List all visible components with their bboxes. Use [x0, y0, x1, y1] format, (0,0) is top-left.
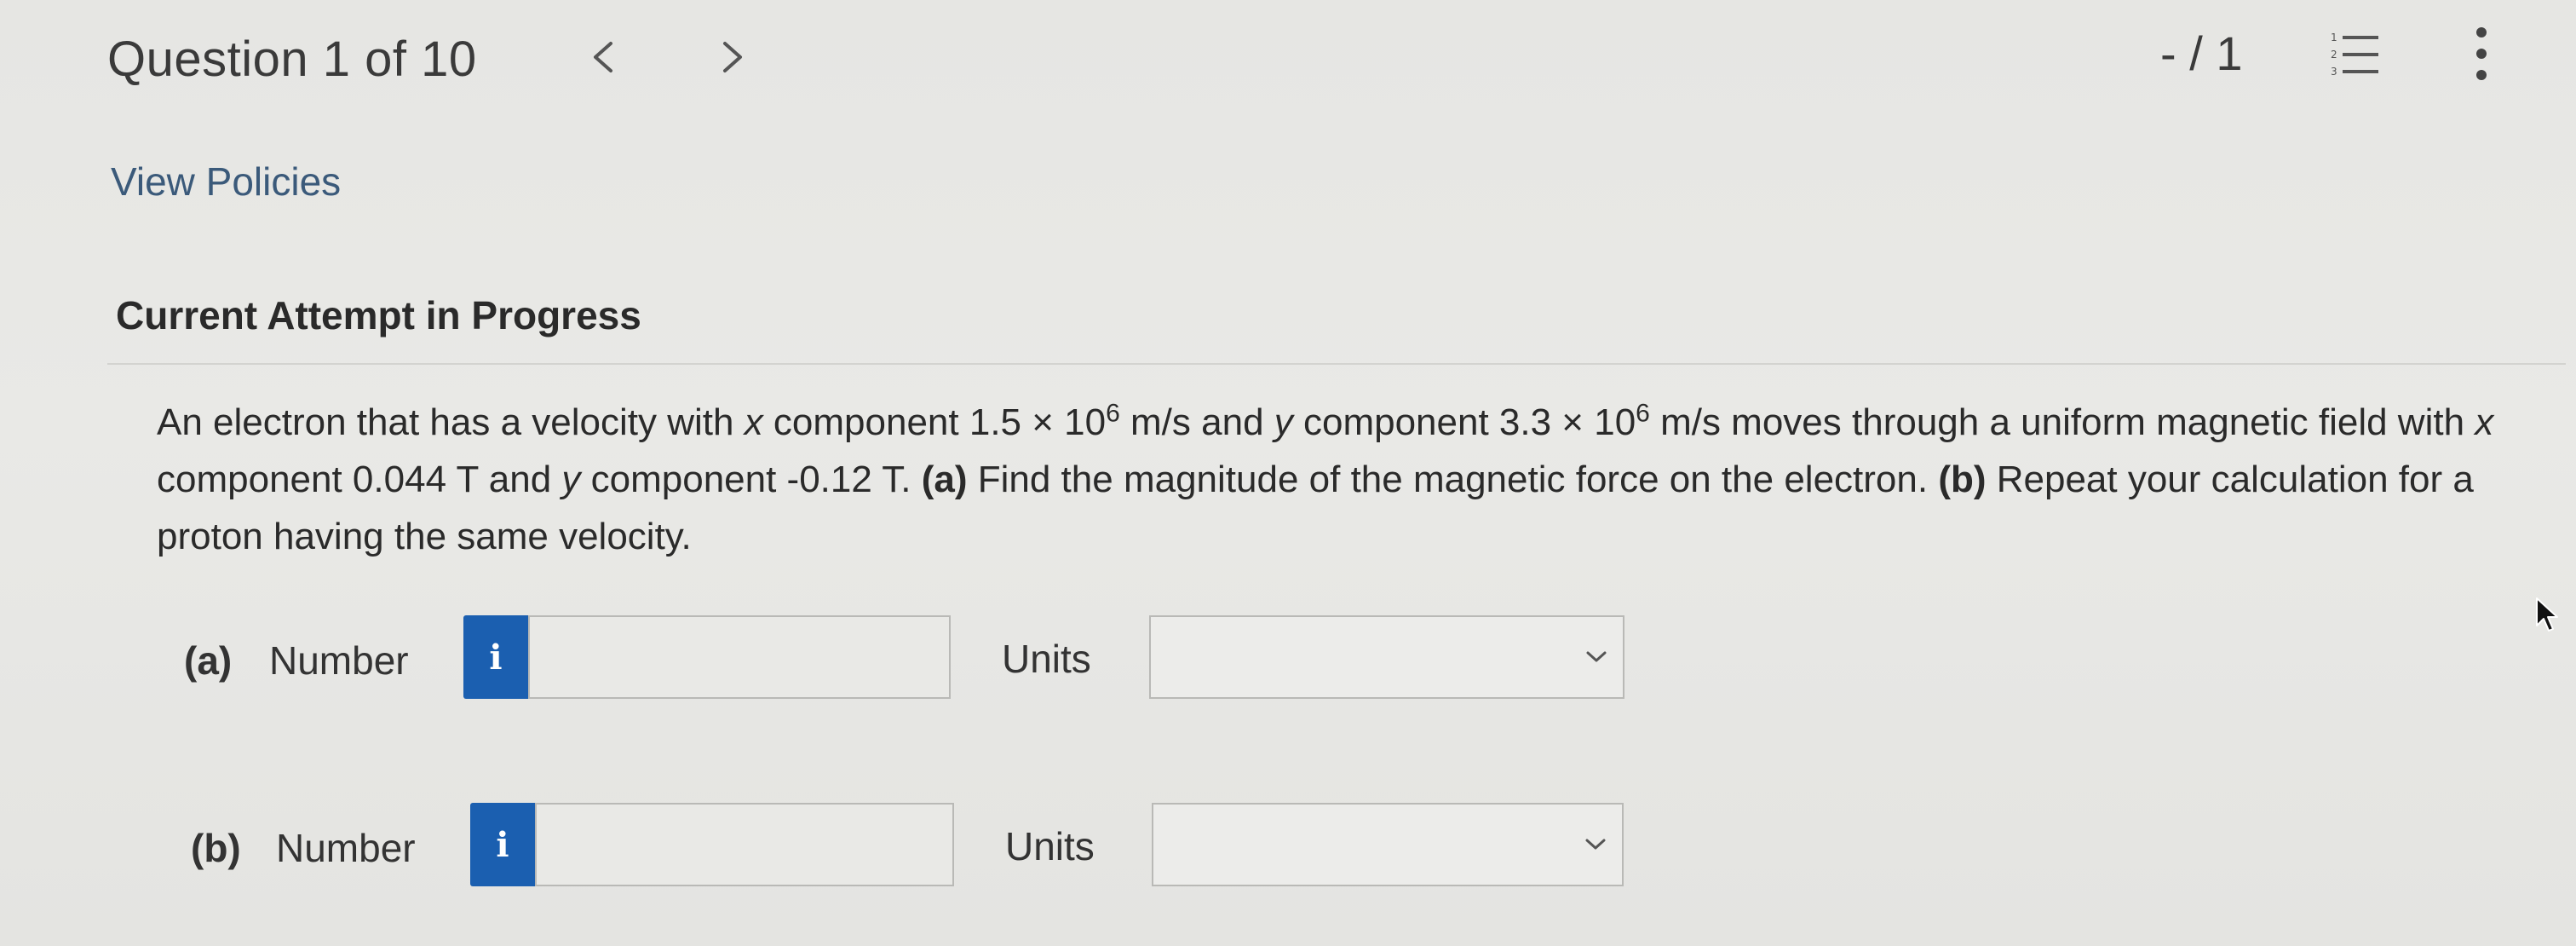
units-label-a: Units [1002, 637, 1091, 681]
part-b-label: (b) [191, 826, 241, 870]
view-policies-link[interactable]: View Policies [111, 159, 341, 205]
next-question-button[interactable] [703, 27, 762, 87]
more-options-button[interactable] [2460, 24, 2503, 84]
chevron-left-icon [594, 42, 612, 72]
score-display: - / 1 [2160, 26, 2243, 80]
attempt-status-heading: Current Attempt in Progress [116, 293, 641, 337]
svg-text:1: 1 [2331, 32, 2337, 43]
info-icon: i [496, 824, 509, 865]
part-a-label: (a) [184, 638, 233, 683]
units-select-b[interactable] [1152, 803, 1624, 886]
vertical-ellipsis-icon [2476, 27, 2487, 80]
question-list-button[interactable]: 1 2 3 [2329, 29, 2382, 82]
number-input-b[interactable] [535, 803, 954, 886]
svg-text:2: 2 [2331, 49, 2337, 61]
info-button-b[interactable]: i [470, 803, 535, 886]
mouse-cursor-icon [2536, 597, 2558, 632]
numbered-list-icon: 1 2 3 [2331, 32, 2378, 78]
previous-question-button[interactable] [573, 27, 633, 87]
number-input-a[interactable] [528, 615, 951, 699]
number-label-a: Number [269, 638, 409, 683]
number-label-b: Number [276, 826, 416, 870]
chevron-down-icon [1585, 839, 1606, 850]
section-divider [107, 363, 2566, 365]
question-text: An electron that has a velocity with x c… [157, 399, 2494, 557]
chevron-down-icon [1586, 651, 1607, 662]
units-label-b: Units [1005, 824, 1095, 868]
units-select-a[interactable] [1149, 615, 1624, 699]
question-title: Question 1 of 10 [107, 32, 477, 87]
chevron-right-icon [723, 42, 742, 72]
svg-text:3: 3 [2331, 66, 2337, 78]
info-icon: i [489, 637, 503, 678]
info-button-a[interactable]: i [463, 615, 528, 699]
